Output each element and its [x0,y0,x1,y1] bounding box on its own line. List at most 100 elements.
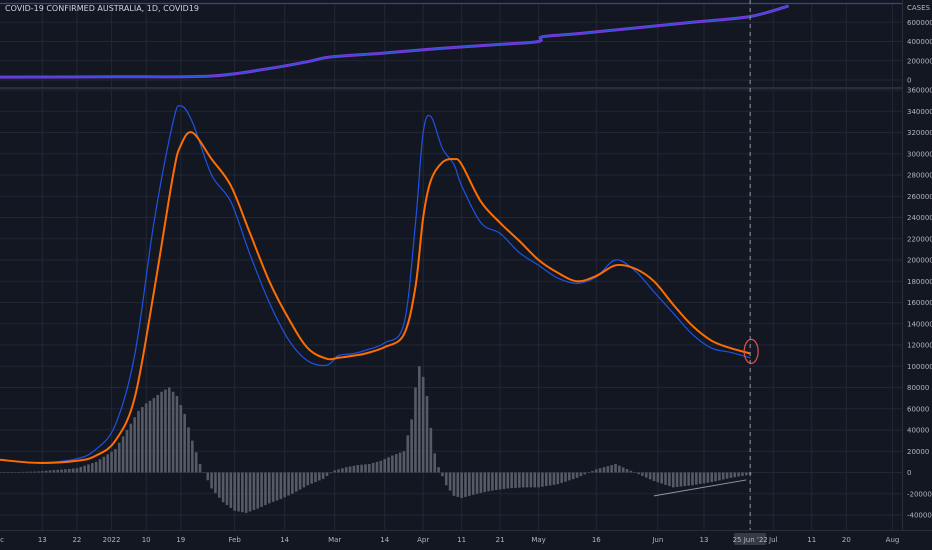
histogram-bar [318,472,321,481]
histogram-bar [460,472,463,498]
histogram-bar [248,472,252,512]
histogram-bar [637,472,640,475]
histogram-bar [160,391,163,473]
histogram-bar [237,472,240,512]
histogram-bar [252,472,256,511]
histogram-bar [33,471,36,473]
histogram-bar [491,472,494,491]
histogram-bar [2,472,6,473]
histogram-bar [306,472,310,486]
histogram-bar [564,472,567,482]
histogram-bar [148,400,152,473]
histogram-bar [479,472,483,493]
top-y-tick-label: 6000000 [907,19,932,27]
histogram-bar [83,465,86,473]
histogram-bar [183,414,186,473]
histogram-bar [179,405,183,473]
x-tick-label: 21 [496,536,505,544]
histogram-bar [29,471,33,473]
top-y-tick-label: 4000000 [907,38,932,46]
histogram-bar [352,465,356,473]
histogram-bar [79,466,83,473]
y-tick-label: 260000 [907,193,932,201]
histogram-bar [568,472,571,481]
histogram-bar [591,471,594,473]
histogram-bar [406,435,410,473]
histogram-bar [498,472,502,490]
histogram-bar [433,453,437,473]
x-tick-label: 14 [280,536,289,544]
y-tick-label: 300000 [907,150,932,158]
histogram-bar [60,469,63,473]
histogram-bar [94,461,98,473]
histogram-bar [398,452,402,473]
x-tick-label: 19 [176,536,185,544]
histogram-bar [125,430,129,473]
histogram-bar [529,472,533,488]
histogram-bar [244,472,248,513]
histogram-bar [437,467,440,473]
histogram-bar [156,394,160,473]
histogram-bar [664,472,667,485]
histogram-bar [629,470,633,473]
histogram-bar [695,472,698,485]
y-tick-label: 40000 [907,427,929,435]
y-tick-label: 320000 [907,129,932,137]
histogram-bar [198,464,202,473]
histogram-bar [668,472,671,487]
histogram-bar [37,471,40,473]
histogram-bar [652,472,656,481]
histogram-bar [656,472,660,483]
histogram-bar [71,468,75,473]
y-tick-label: 160000 [907,299,932,307]
histogram-bar [202,472,206,473]
histogram-bar [702,472,706,484]
chart-container[interactable]: -40000 -20000 0 20000 40000 60000 80000 100000 1… [0,0,932,550]
histogram-bar [691,472,694,486]
histogram-bar [679,472,683,487]
histogram-bar [302,472,306,488]
histogram-bar [360,464,363,473]
x-tick-label: 10 [142,536,151,544]
histogram-bar [294,472,298,492]
histogram-bar [164,389,167,473]
histogram-bar [641,472,644,476]
y-tick-label: 220000 [907,235,932,243]
histogram-bar [644,472,648,478]
histogram-bar [133,417,136,473]
histogram-bar [741,472,744,476]
histogram-bar [264,472,267,506]
histogram-bar [725,472,729,479]
histogram-bar [229,472,233,508]
y-tick-label: 20000 [907,448,929,456]
y-tick-label: 140000 [907,320,932,328]
histogram-bar [387,457,390,473]
x-tick-label: 11 [457,536,466,544]
histogram-bar [152,398,156,473]
histogram-bar [121,436,125,473]
chart-canvas[interactable]: -40000 -20000 0 20000 40000 60000 80000 100000 1… [0,0,932,550]
x-tick-label: 2022 [103,536,121,544]
histogram-bar [167,387,171,473]
y-tick-label: 60000 [907,405,929,413]
histogram-bar [48,470,52,473]
histogram-bar [144,403,148,473]
histogram-bar [279,472,283,500]
histogram-bar [64,469,67,473]
histogram-bar [260,472,263,507]
histogram-bar [210,472,213,489]
chart-background [0,0,932,550]
histogram-bar [421,376,425,473]
histogram-bar [368,464,371,473]
histogram-bar [621,467,625,473]
histogram-bar [706,472,710,483]
histogram-bar [314,472,317,483]
x-tick-label: 16 [592,536,601,544]
histogram-bar [67,468,71,473]
histogram-bar [552,472,556,485]
histogram-bar [745,472,748,476]
histogram-bar [441,472,444,477]
histogram-bar [214,472,217,494]
x-tick-label: 25 Jun '22 [733,536,768,544]
histogram-bar [683,472,687,487]
